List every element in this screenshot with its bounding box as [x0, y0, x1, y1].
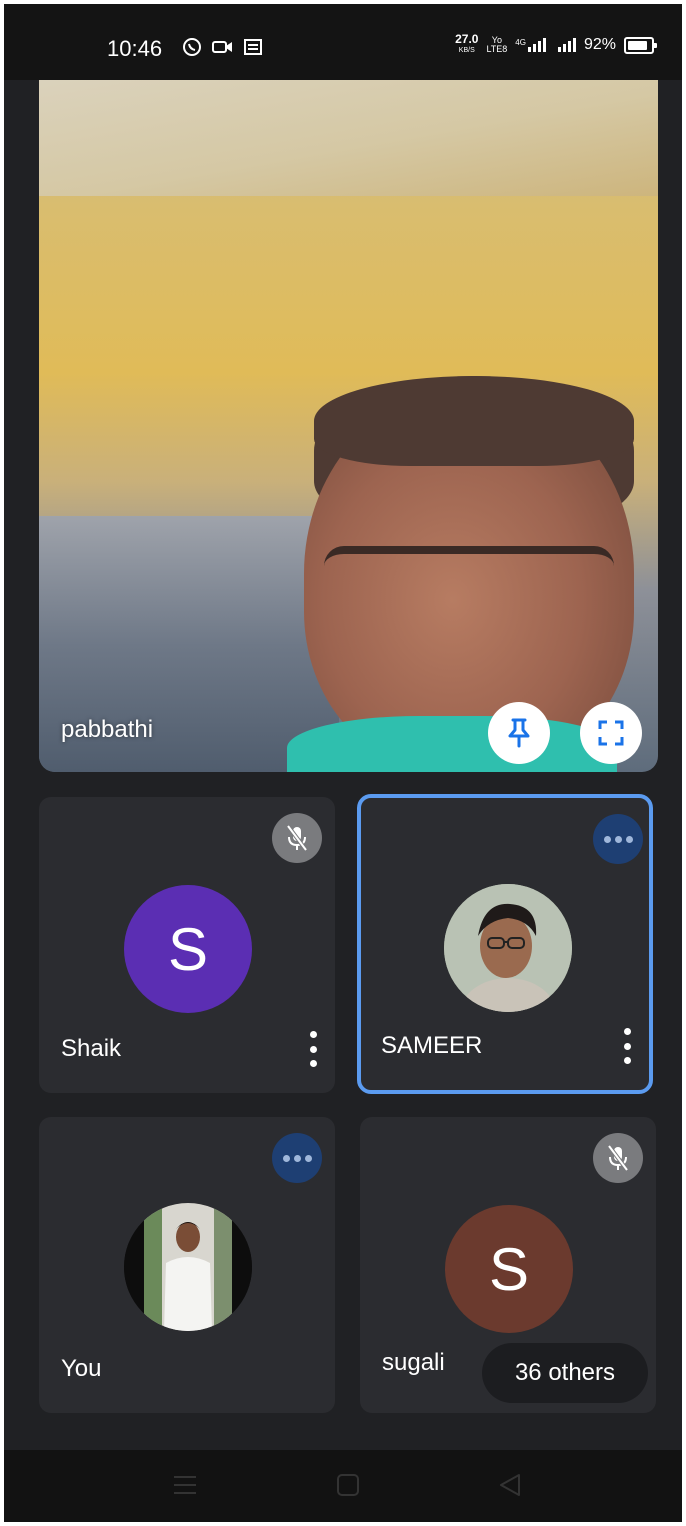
participant-video-glasses: [324, 546, 614, 644]
back-triangle-icon: [500, 1474, 520, 1496]
mic-off-icon: [272, 813, 322, 863]
volte-indicator: Yo LTE8: [486, 35, 508, 54]
participant-name: Shaik: [61, 1035, 122, 1062]
fullscreen-icon: [598, 720, 624, 746]
avatar-letter: S: [167, 915, 209, 983]
video-camera-icon: [212, 41, 232, 53]
speaking-indicator-icon: [272, 1133, 322, 1183]
battery-percent: 92%: [583, 36, 616, 53]
status-time: 10:46: [107, 36, 163, 61]
status-bar: 10:46 27.0 KB/S Yo LTE8 4G 92%: [4, 4, 682, 80]
whatsapp-icon: [183, 38, 201, 56]
avatar-letter: S: [488, 1235, 530, 1303]
participant-name: SAMEER: [381, 1032, 483, 1059]
avatar: S: [445, 1205, 573, 1333]
menu-icon: [174, 1476, 196, 1494]
battery-icon: [624, 36, 657, 54]
main-participant-name: pabbathi: [61, 716, 154, 743]
back-button[interactable]: [497, 1472, 523, 1503]
more-options-button[interactable]: [621, 1028, 633, 1064]
recent-apps-button[interactable]: [172, 1472, 198, 1503]
signal-icon: 4G: [515, 38, 546, 52]
signal-icon-2: [557, 38, 576, 52]
pin-icon: [508, 718, 530, 748]
others-count-label: 36 others: [514, 1359, 616, 1386]
participant-name: sugali: [382, 1349, 445, 1376]
system-nav-bar: [4, 1450, 682, 1522]
status-right: 27.0 KB/S Yo LTE8 4G 92%: [455, 32, 657, 56]
avatar: S: [124, 885, 252, 1013]
main-video-feed[interactable]: pabbathi: [39, 46, 658, 772]
participant-name: You: [61, 1355, 102, 1382]
notification-icons: [182, 37, 262, 57]
fullscreen-button[interactable]: [580, 702, 642, 764]
meet-call-screen: 10:46 27.0KB/S YoLTE8 4G 92% pabbathi: [4, 4, 682, 1522]
participant-video-mask: [287, 716, 617, 772]
network-speed: 27.0 KB/S: [455, 32, 479, 54]
pin-button[interactable]: [488, 702, 550, 764]
speaking-indicator-icon: [593, 814, 643, 864]
participant-tile-sameer[interactable]: SAMEER: [357, 794, 653, 1094]
home-square-icon: [337, 1474, 359, 1496]
message-icon: [244, 39, 262, 55]
participant-tile-sugali[interactable]: S sugali 36 others: [360, 1117, 656, 1413]
avatar-photo: [124, 1203, 252, 1331]
person-photo-icon: [444, 884, 572, 1012]
more-options-button[interactable]: [307, 1031, 319, 1067]
participant-video-hair-top: [314, 376, 634, 466]
others-count-button[interactable]: 36 others: [482, 1343, 648, 1403]
participant-tile-shaik[interactable]: S Shaik: [39, 797, 335, 1093]
person-photo-icon: [124, 1203, 252, 1331]
avatar-photo: [444, 884, 572, 1012]
home-button[interactable]: [335, 1472, 361, 1503]
mic-off-icon: [593, 1133, 643, 1183]
participant-tile-you[interactable]: You: [39, 1117, 335, 1413]
